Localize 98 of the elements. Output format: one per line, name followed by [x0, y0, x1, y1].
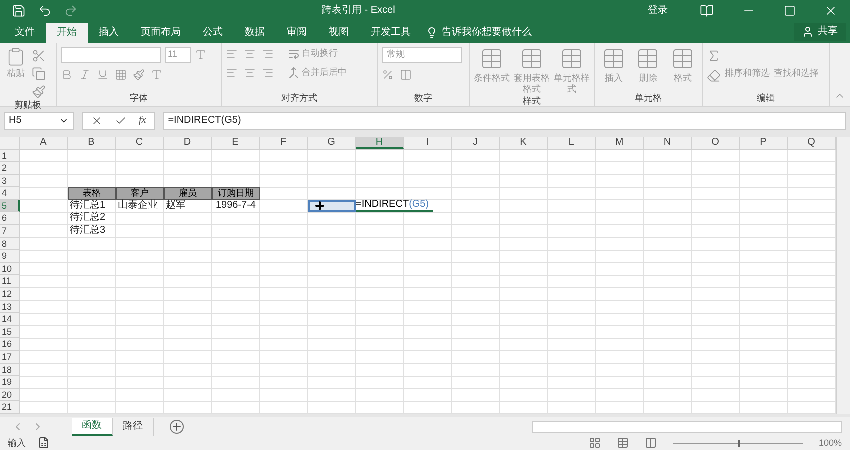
merge-icon [288, 67, 300, 80]
menu-tab[interactable]: 开发工具 [360, 22, 422, 43]
ribbon-group-label: 单元格 [635, 92, 662, 106]
share-button[interactable]: 共享 [794, 22, 846, 41]
table-icon [520, 46, 544, 71]
vertical-scrollbar[interactable] [836, 136, 850, 414]
menu-tab[interactable]: 插入 [88, 22, 130, 43]
ribbon-group-label: 剪贴板 [14, 98, 42, 112]
row-header[interactable]: 2 [0, 162, 20, 175]
table-cell-text: 待汇总2 [69, 212, 107, 224]
menu-tab[interactable]: 视图 [318, 22, 360, 43]
table-cell-text: 待汇总1 [69, 200, 107, 212]
row-header[interactable]: 8 [0, 238, 20, 250]
insert-function-button[interactable]: fx [139, 113, 146, 128]
row-header[interactable]: 12 [0, 288, 20, 301]
row-header[interactable]: 7 [0, 225, 20, 238]
sign-in-link[interactable]: 登录 [648, 3, 668, 18]
menu-tab[interactable]: 文件 [4, 22, 46, 43]
column-header[interactable]: H [356, 136, 404, 148]
clipboard-icon [6, 46, 26, 67]
column-header[interactable]: O [692, 136, 740, 148]
column-header[interactable]: K [500, 136, 548, 148]
row-header[interactable]: 6 [0, 212, 20, 226]
table-header-cell: 客户 [116, 187, 164, 200]
restore-icon[interactable] [784, 4, 796, 17]
menu-tab[interactable]: 数据 [234, 22, 276, 43]
row-header[interactable]: 21 [0, 401, 20, 414]
row-header[interactable]: 15 [0, 326, 20, 338]
column-header[interactable]: J [452, 136, 500, 148]
column-header[interactable]: L [548, 136, 596, 148]
ribbon-group-label: 对齐方式 [282, 92, 318, 106]
column-header[interactable]: I [404, 136, 452, 148]
tell-me-field[interactable]: 告诉我你想要做什么 [442, 25, 532, 40]
table-header-cell: 表格 [68, 187, 116, 200]
row-header[interactable]: 13 [0, 300, 20, 314]
row-header[interactable]: 10 [0, 262, 20, 276]
formula-field[interactable]: =INDIRECT(G5) [163, 112, 846, 130]
page-break-icon [644, 437, 657, 450]
row-header[interactable]: 1 [0, 150, 20, 162]
window-title: 跨表引用 - Excel [322, 4, 396, 18]
column-header[interactable]: N [644, 136, 692, 148]
column-header[interactable]: C [116, 136, 164, 148]
table-icon [636, 46, 660, 71]
column-header[interactable]: M [596, 136, 644, 148]
row-header[interactable]: 3 [0, 174, 20, 188]
cancel-icon[interactable] [91, 114, 103, 127]
add-sheet-icon [170, 420, 184, 434]
save-icon[interactable] [12, 4, 26, 18]
person-icon [802, 26, 814, 38]
ribbon-group-label: 数字 [414, 92, 432, 106]
page-layout-icon [616, 437, 629, 450]
table-icon [560, 46, 584, 71]
column-header[interactable]: B [68, 136, 116, 148]
column-header[interactable]: F [260, 136, 308, 148]
row-header[interactable]: 5 [0, 200, 20, 212]
row-header[interactable]: 14 [0, 313, 20, 326]
active-cell[interactable]: =INDIRECT(G5) [356, 200, 434, 212]
row-header[interactable]: 20 [0, 388, 20, 402]
column-header[interactable]: P [740, 136, 788, 148]
menu-tab[interactable]: 公式 [192, 22, 234, 43]
name-box[interactable]: H5 [4, 112, 74, 130]
row-header[interactable]: 4 [0, 187, 20, 200]
horizontal-scrollbar[interactable] [532, 420, 842, 433]
mode-text: 输入 [8, 436, 26, 450]
table-icon [670, 46, 695, 71]
table-cell-text: 赵军 [165, 200, 187, 212]
ribbon-group-label: 样式 [523, 94, 541, 108]
sheet-tab[interactable]: 函数 [72, 418, 113, 436]
column-header[interactable]: A [20, 136, 68, 148]
row-header[interactable]: 11 [0, 275, 20, 288]
cursor-icon [314, 200, 326, 212]
ribbon-group-label: 字体 [130, 92, 148, 106]
table-cell-text: 待汇总3 [69, 225, 107, 238]
row-header[interactable]: 16 [0, 338, 20, 351]
table-icon [602, 46, 626, 71]
normal-view-icon [588, 437, 601, 450]
ribbon-group-label: 编辑 [757, 92, 775, 106]
menu-tab[interactable]: 开始 [46, 22, 88, 43]
lightbulb-icon [426, 26, 438, 39]
row-header[interactable]: 19 [0, 376, 20, 389]
sheet-tab[interactable]: 路径 [113, 418, 154, 436]
zoom-thumb[interactable] [738, 440, 740, 447]
zoom-level[interactable]: 100% [818, 436, 842, 450]
row-header[interactable]: 17 [0, 351, 20, 364]
column-header[interactable]: E [212, 136, 260, 148]
enter-icon[interactable] [115, 114, 127, 127]
row-header[interactable]: 18 [0, 364, 20, 376]
table-cell-text: 1996-7-4 [214, 200, 257, 212]
table-icon [480, 46, 504, 71]
table-header-cell: 雇员 [164, 187, 212, 200]
column-header[interactable]: D [164, 136, 212, 148]
undo-icon[interactable] [38, 4, 52, 18]
table-header-cell: 订购日期 [212, 187, 260, 200]
row-header[interactable]: 9 [0, 250, 20, 263]
menu-tab[interactable]: 审阅 [276, 22, 318, 43]
wrap-icon [288, 48, 300, 60]
table-cell-text: 山泰企业 [117, 200, 159, 212]
menu-tab[interactable]: 页面布局 [130, 22, 192, 43]
